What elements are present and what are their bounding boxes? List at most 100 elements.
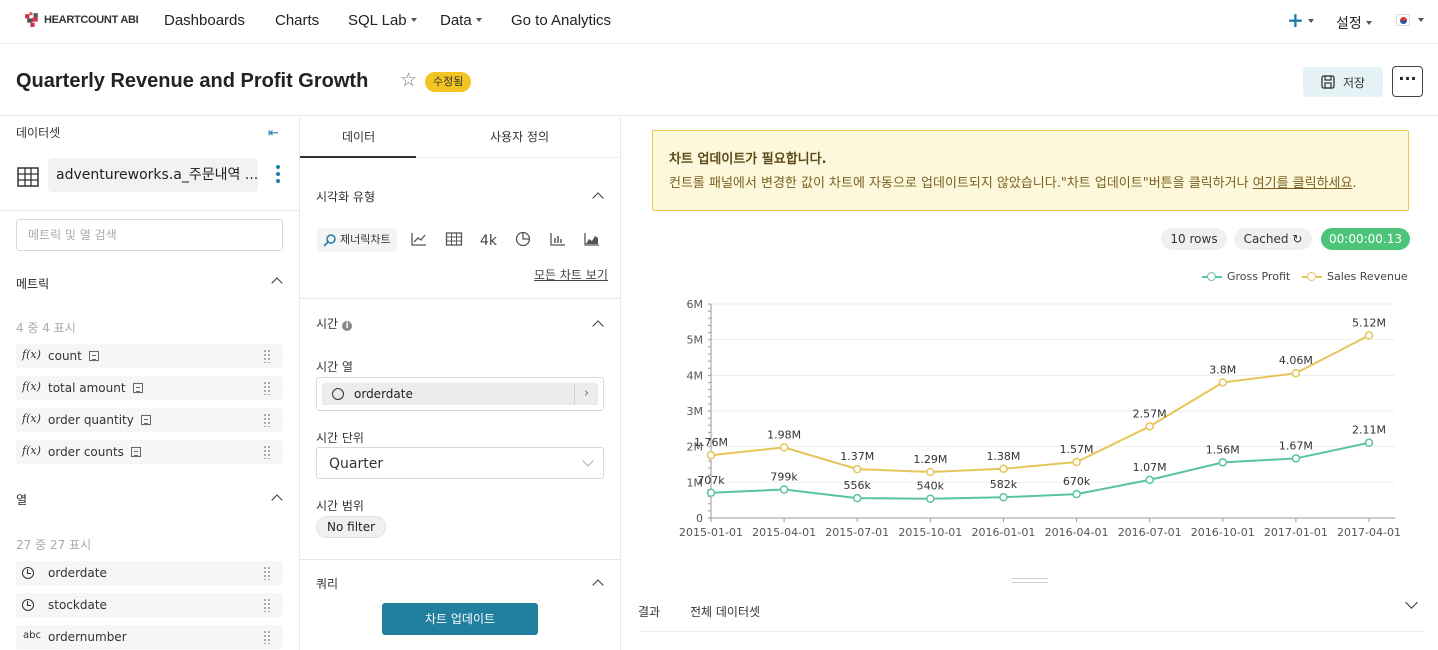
add-menu[interactable]: + (1287, 8, 1314, 32)
chevron-down-icon (1365, 21, 1372, 26)
query-section-title: 쿼리 (316, 577, 339, 591)
column-name: orderdate (48, 566, 107, 580)
tab-customize[interactable]: 사용자 정의 (490, 128, 549, 145)
drag-handle-icon[interactable] (263, 349, 271, 363)
time-range-filter[interactable]: No filter (316, 516, 387, 538)
dataset-label: 데이터셋 (16, 126, 61, 140)
dataset-menu-icon[interactable] (276, 165, 282, 186)
metric-column-search-input[interactable]: 메트릭 및 열 검색 (16, 219, 283, 251)
logo[interactable]: HEARTCOUNT ABI (24, 11, 139, 28)
cached-badge[interactable]: Cached ↻ (1234, 228, 1312, 250)
chevron-up-icon[interactable] (592, 579, 604, 591)
drag-handle-icon[interactable] (263, 445, 271, 459)
chevron-up-icon[interactable] (271, 277, 283, 289)
chevron-up-icon[interactable] (592, 320, 604, 332)
korea-flag-icon[interactable] (1396, 14, 1410, 26)
clock-icon (332, 388, 344, 400)
viz-type-generic-chart[interactable]: 제너릭차트 (317, 228, 397, 252)
time-range-label: 시간 범위 (316, 499, 364, 513)
update-chart-button[interactable]: 차트 업데이트 (382, 603, 538, 635)
data-label: 1.56M (1206, 443, 1240, 456)
tab-results[interactable]: 결과 (638, 603, 660, 620)
time-column-field[interactable]: orderdate › (316, 377, 604, 411)
viz-type-label: 제너릭차트 (340, 233, 391, 246)
data-label: 707k (697, 474, 725, 487)
nav-sql-lab[interactable]: SQL Lab (348, 12, 417, 29)
dataset-selector[interactable]: adventureworks.a_주문내역 ... (48, 158, 258, 192)
data-label: 1.07M (1133, 461, 1167, 474)
nav-go-to-analytics[interactable]: Go to Analytics (511, 12, 611, 29)
big-number-chart-icon[interactable]: 4k (480, 233, 497, 249)
y-tick-label: 6M (687, 298, 704, 311)
metric-item[interactable]: f(x) total amount (16, 376, 283, 400)
cached-label: Cached (1243, 232, 1289, 246)
metric-item[interactable]: f(x) order counts (16, 440, 283, 464)
text-type-icon: abc (23, 630, 41, 641)
update-required-alert: 차트 업데이트가 필요합니다. 컨트롤 패널에서 변경한 값이 차트에 자동으로… (652, 130, 1409, 211)
drag-handle-icon[interactable] (263, 413, 271, 427)
chevron-up-icon[interactable] (271, 494, 283, 506)
drag-handle-icon[interactable] (263, 566, 271, 580)
info-icon[interactable]: i (342, 321, 353, 331)
data-label: 1.29M (913, 453, 947, 466)
data-point (1364, 331, 1374, 340)
time-column-chip[interactable]: orderdate › (322, 383, 598, 405)
nav-charts[interactable]: Charts (275, 12, 319, 29)
data-point (1145, 422, 1154, 431)
viz-type-section-title: 시각화 유형 (316, 190, 376, 204)
data-point (926, 494, 935, 503)
data-point (779, 443, 789, 452)
resize-handle[interactable] (1012, 578, 1048, 583)
page-title[interactable]: Quarterly Revenue and Profit Growth (16, 70, 368, 93)
data-label: 1.98M (767, 428, 801, 441)
control-panel: 데이터 사용자 정의 시각화 유형 제너릭차트 4k 모든 차트 보기 시간 i … (300, 117, 621, 650)
row-count-badge: 10 rows (1161, 228, 1227, 250)
tab-data[interactable]: 데이터 (342, 128, 375, 145)
nav-data[interactable]: Data (440, 12, 482, 29)
data-label: 1.76M (694, 436, 728, 449)
function-icon: f(x) (22, 380, 41, 393)
columns-count: 27 중 27 표시 (16, 538, 92, 552)
data-label: 799k (770, 471, 798, 484)
nav-dashboards[interactable]: Dashboards (164, 12, 245, 29)
column-item[interactable]: abc ordernumber (16, 625, 283, 649)
click-here-link[interactable]: 여기를 클릭하세요 (1253, 176, 1353, 191)
legend-gross-profit[interactable]: Gross Profit (1202, 270, 1290, 283)
more-options-button[interactable]: ··· (1392, 66, 1423, 97)
title-bar: Quarterly Revenue and Profit Growth ☆ 수정… (0, 48, 1438, 116)
data-point (852, 464, 862, 474)
data-point (926, 467, 935, 477)
legend-sales-revenue[interactable]: Sales Revenue (1302, 270, 1408, 283)
view-all-charts-link[interactable]: 모든 차트 보기 (534, 266, 608, 283)
table-chart-icon[interactable] (445, 231, 463, 247)
legend-label: Sales Revenue (1327, 270, 1408, 283)
drag-handle-icon[interactable] (263, 381, 271, 395)
metrics-section-title: 메트릭 (16, 277, 50, 291)
y-tick-label: 5M (687, 334, 704, 347)
chevron-up-icon[interactable] (592, 192, 604, 204)
bar-chart-icon[interactable] (549, 231, 567, 247)
chevron-down-icon[interactable] (1405, 596, 1418, 609)
metric-name: order quantity (48, 413, 151, 427)
collapse-panel-icon[interactable]: ⇤ (268, 126, 279, 141)
save-button[interactable]: 저장 (1303, 67, 1383, 97)
column-item[interactable]: orderdate (16, 561, 283, 585)
area-chart-icon[interactable] (583, 231, 601, 247)
metric-item[interactable]: f(x) count (16, 344, 283, 368)
pie-chart-icon[interactable] (514, 231, 532, 247)
logo-text: HEARTCOUNT ABI (44, 13, 139, 26)
settings-menu[interactable]: 설정 (1336, 13, 1372, 33)
active-tab-indicator (300, 156, 416, 158)
column-item[interactable]: stockdate (16, 593, 283, 617)
time-grain-select[interactable]: Quarter (316, 447, 604, 479)
star-icon[interactable]: ☆ (400, 69, 417, 91)
data-point (1218, 378, 1228, 387)
line-chart-icon[interactable] (410, 231, 428, 247)
drag-handle-icon[interactable] (263, 630, 271, 644)
function-icon: f(x) (22, 348, 41, 361)
chevron-right-icon[interactable]: › (574, 383, 598, 405)
drag-handle-icon[interactable] (263, 598, 271, 612)
tab-full-dataset[interactable]: 전체 데이터셋 (690, 603, 760, 620)
clock-icon (22, 567, 34, 579)
metric-item[interactable]: f(x) order quantity (16, 408, 283, 432)
